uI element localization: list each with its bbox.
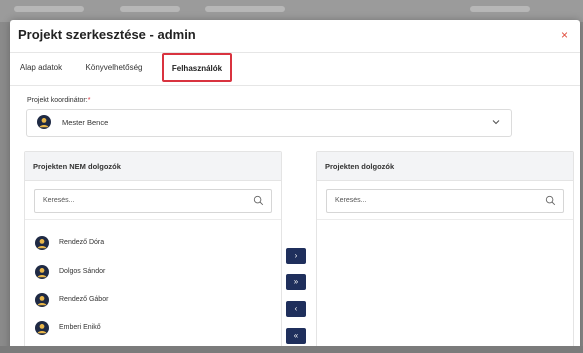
user-name: Rendező Dóra (59, 239, 105, 246)
user-icon (37, 268, 47, 278)
tab-accounting[interactable]: Könyvelhetőség (70, 53, 158, 83)
avatar (35, 265, 49, 279)
user-icon (37, 296, 47, 306)
modal-header: Projekt szerkesztése - admin × (10, 20, 580, 53)
search-icon[interactable] (545, 195, 556, 206)
background-app-header (0, 0, 583, 22)
edit-project-modal: Projekt szerkesztése - admin × Alap adat… (10, 20, 580, 353)
required-mark: * (87, 97, 91, 104)
divider (25, 219, 281, 220)
move-all-right-button[interactable]: » (286, 274, 306, 290)
search-input[interactable] (35, 190, 243, 210)
search-box (326, 189, 564, 213)
user-name: Emberi Enikő (59, 324, 101, 331)
panel-header: Projekten dolgozók (317, 152, 573, 181)
coordinator-selected-value: Mester Bence (62, 118, 109, 127)
background-nav-item (470, 6, 530, 12)
move-selected-right-button[interactable]: › (286, 248, 306, 264)
avatar (37, 115, 51, 129)
move-all-left-button[interactable]: « (286, 328, 306, 344)
background-nav-item (205, 6, 285, 12)
modal-title: Projekt szerkesztése - admin (18, 27, 196, 42)
background-footer (0, 346, 583, 353)
list-item[interactable]: Rendező Gábor (35, 293, 265, 309)
user-icon (37, 239, 47, 249)
user-icon (39, 118, 49, 128)
user-name: Rendező Gábor (59, 296, 109, 303)
not-assigned-users-panel: Projekten NEM dolgozók Rendező Dóra (24, 151, 282, 353)
coordinator-select[interactable]: Mester Bence (26, 109, 512, 137)
chevron-down-icon (492, 120, 500, 125)
search-box (34, 189, 272, 213)
avatar (35, 293, 49, 307)
tab-basic-data[interactable]: Alap adatok (16, 53, 66, 83)
close-icon[interactable]: × (561, 28, 568, 42)
assigned-users-panel: Projekten dolgozók (316, 151, 574, 353)
panel-header: Projekten NEM dolgozók (25, 152, 281, 181)
divider (317, 219, 573, 220)
tab-users[interactable]: Felhasználók (162, 53, 232, 82)
search-icon[interactable] (253, 195, 264, 206)
move-selected-left-button[interactable]: ‹ (286, 301, 306, 317)
search-input[interactable] (327, 190, 535, 210)
user-icon (37, 324, 47, 334)
user-name: Dolgos Sándor (59, 268, 106, 275)
panel-title: Projekten dolgozók (325, 162, 395, 171)
tab-bar: Alap adatok Könyvelhetőség Felhasználók (10, 53, 580, 86)
coordinator-label-text: Projekt koordinátor: (27, 97, 88, 104)
avatar (35, 321, 49, 335)
panel-title: Projekten NEM dolgozók (33, 162, 121, 171)
list-item[interactable]: Emberi Enikő (35, 321, 265, 337)
background-nav-item (14, 6, 84, 12)
background-nav-item (120, 6, 180, 12)
list-item[interactable]: Rendező Dóra (35, 236, 265, 252)
coordinator-label: Projekt koordinátor:* (27, 97, 90, 104)
list-item[interactable]: Dolgos Sándor (35, 265, 265, 281)
avatar (35, 236, 49, 250)
